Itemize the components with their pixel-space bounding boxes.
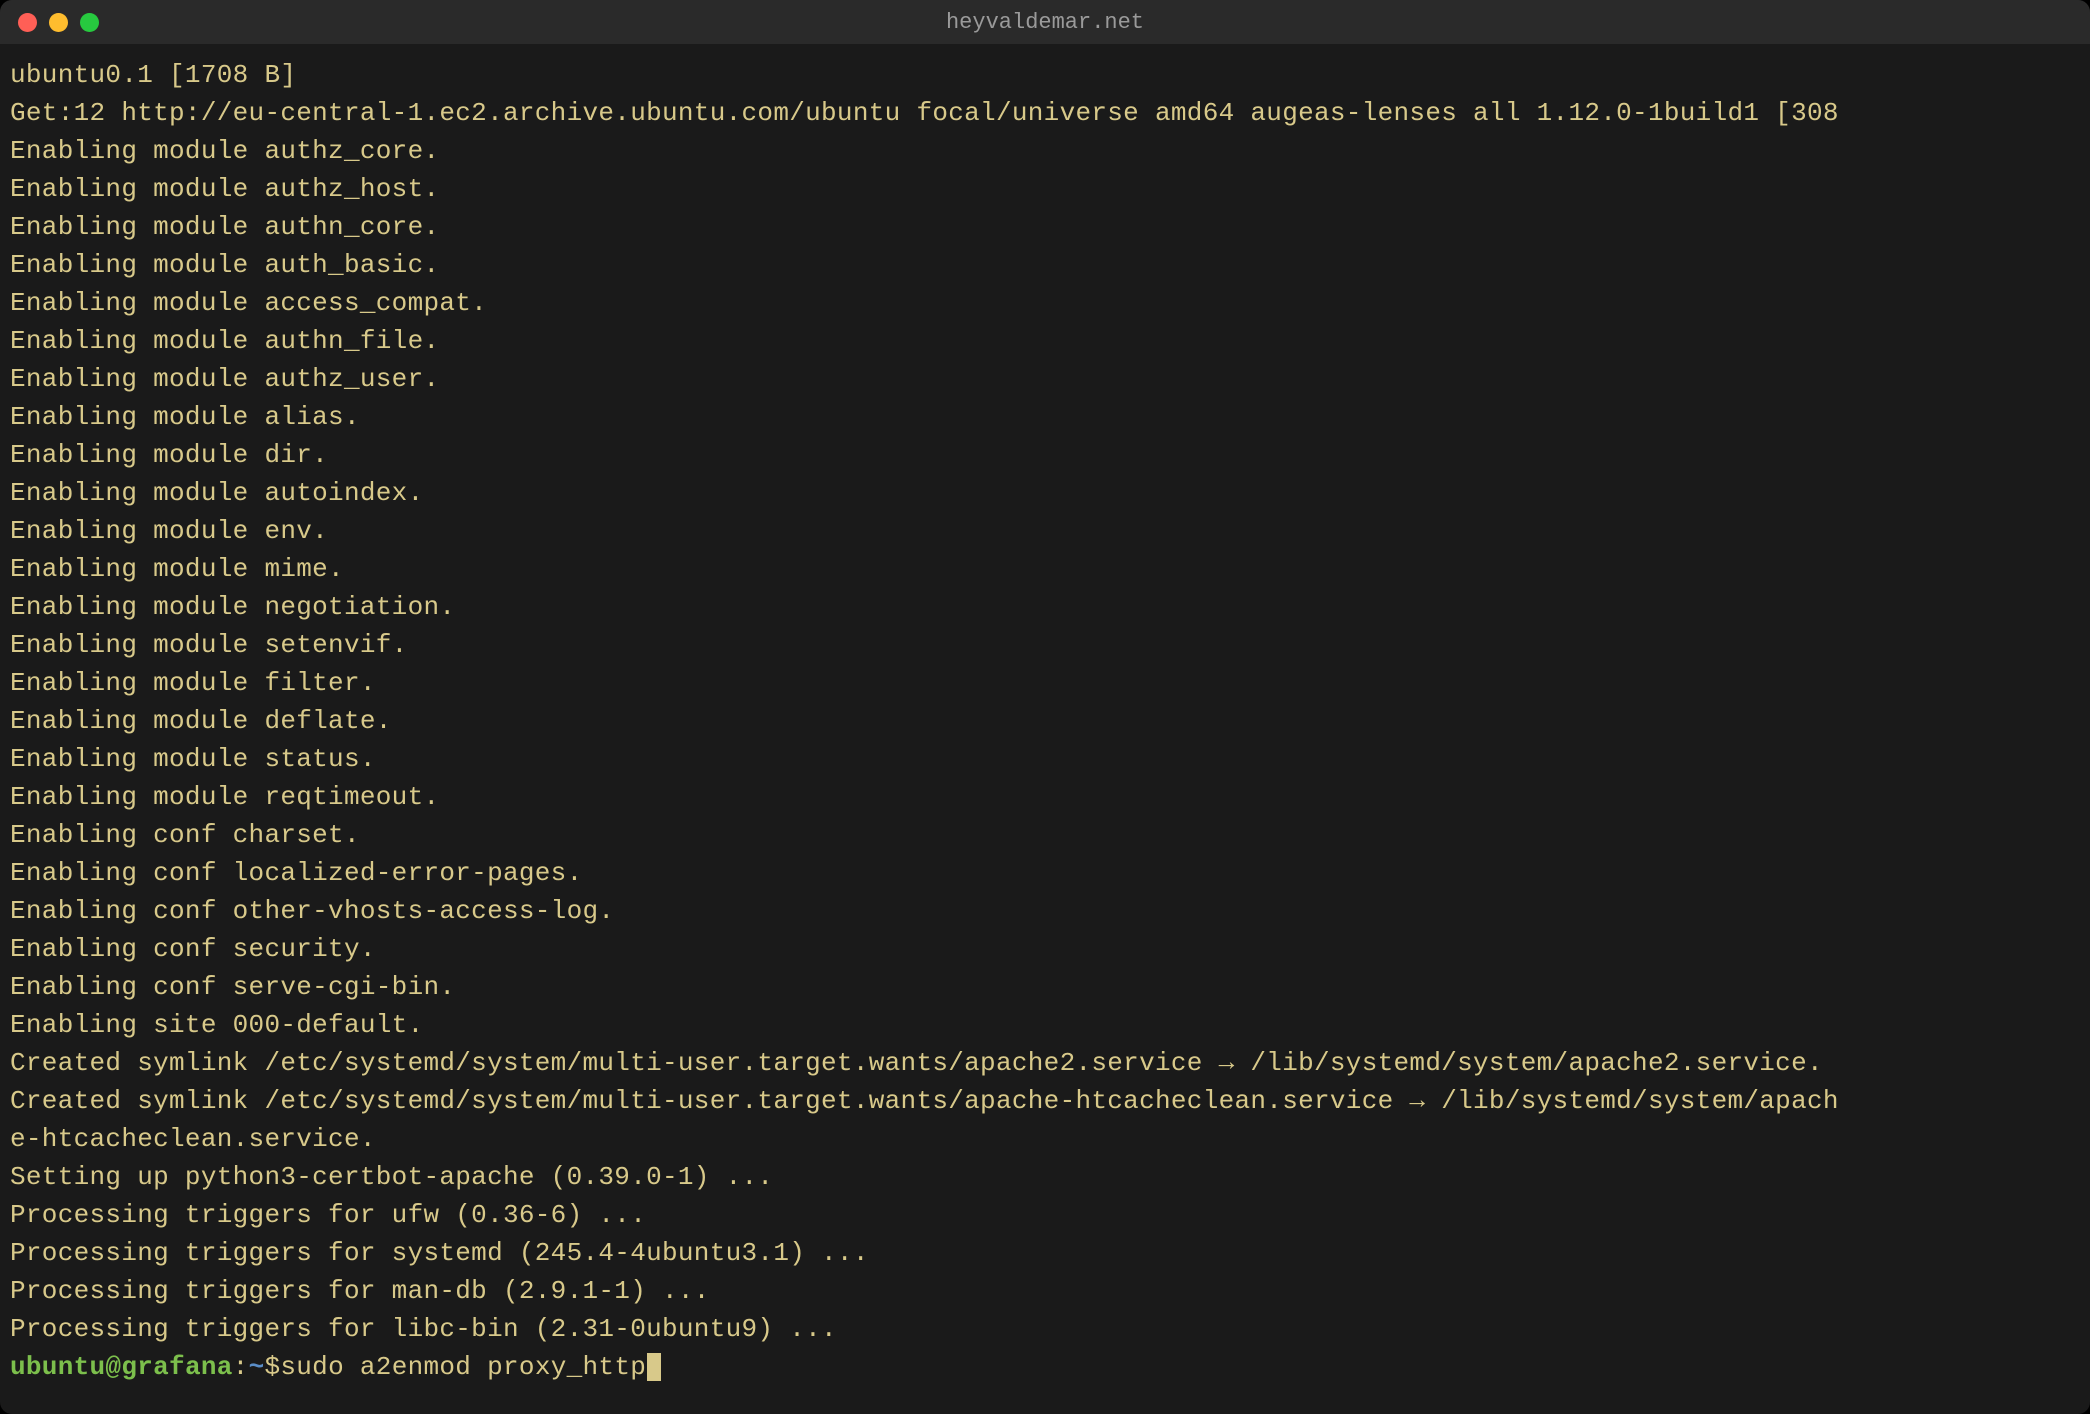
terminal-line: Created symlink /etc/systemd/system/mult… [10,1044,2080,1082]
terminal-line: Enabling conf other-vhosts-access-log. [10,892,2080,930]
window-title: heyvaldemar.net [946,10,1144,35]
prompt-line[interactable]: ubuntu@grafana:~$ sudo a2enmod proxy_htt… [10,1348,2080,1386]
terminal-line: Enabling module setenvif. [10,626,2080,664]
prompt-command: sudo a2enmod proxy_http [280,1348,646,1386]
terminal-output: ubuntu0.1 [1708 B]Get:12 http://eu-centr… [10,56,2080,1348]
terminal-line: Enabling module authz_user. [10,360,2080,398]
minimize-window-button[interactable] [49,13,68,32]
terminal-line: Enabling module filter. [10,664,2080,702]
terminal-line: Enabling module status. [10,740,2080,778]
terminal-window: heyvaldemar.net ubuntu0.1 [1708 B]Get:12… [0,0,2090,1414]
terminal-line: Enabling module auth_basic. [10,246,2080,284]
terminal-line: Created symlink /etc/systemd/system/mult… [10,1082,2080,1120]
terminal-line: Enabling module dir. [10,436,2080,474]
terminal-line: Enabling module autoindex. [10,474,2080,512]
terminal-line: Enabling conf serve-cgi-bin. [10,968,2080,1006]
terminal-line: Processing triggers for man-db (2.9.1-1)… [10,1272,2080,1310]
prompt-colon: : [233,1348,249,1386]
terminal-line: Enabling conf localized-error-pages. [10,854,2080,892]
terminal-line: Processing triggers for libc-bin (2.31-0… [10,1310,2080,1348]
maximize-window-button[interactable] [80,13,99,32]
traffic-lights [18,13,99,32]
terminal-line: ubuntu0.1 [1708 B] [10,56,2080,94]
terminal-body[interactable]: ubuntu0.1 [1708 B]Get:12 http://eu-centr… [0,44,2090,1414]
terminal-line: Enabling module authz_core. [10,132,2080,170]
terminal-line: Enabling module reqtimeout. [10,778,2080,816]
terminal-line: e-htcacheclean.service. [10,1120,2080,1158]
terminal-line: Enabling conf security. [10,930,2080,968]
terminal-line: Processing triggers for systemd (245.4-4… [10,1234,2080,1272]
terminal-line: Setting up python3-certbot-apache (0.39.… [10,1158,2080,1196]
prompt-user: ubuntu [10,1348,105,1386]
terminal-line: Enabling module access_compat. [10,284,2080,322]
terminal-line: Enabling module deflate. [10,702,2080,740]
terminal-line: Enabling module env. [10,512,2080,550]
terminal-line: Enabling site 000-default. [10,1006,2080,1044]
terminal-line: Enabling module negotiation. [10,588,2080,626]
title-bar: heyvaldemar.net [0,0,2090,44]
prompt-path: ~ [249,1348,265,1386]
prompt-dollar: $ [264,1348,280,1386]
terminal-line: Enabling module alias. [10,398,2080,436]
prompt-at: @ [105,1348,121,1386]
cursor-icon [647,1353,661,1381]
terminal-line: Enabling module authn_core. [10,208,2080,246]
terminal-line: Enabling module authz_host. [10,170,2080,208]
terminal-line: Enabling conf charset. [10,816,2080,854]
terminal-line: Get:12 http://eu-central-1.ec2.archive.u… [10,94,2080,132]
terminal-line: Enabling module mime. [10,550,2080,588]
close-window-button[interactable] [18,13,37,32]
prompt-host: grafana [121,1348,232,1386]
terminal-line: Enabling module authn_file. [10,322,2080,360]
terminal-line: Processing triggers for ufw (0.36-6) ... [10,1196,2080,1234]
